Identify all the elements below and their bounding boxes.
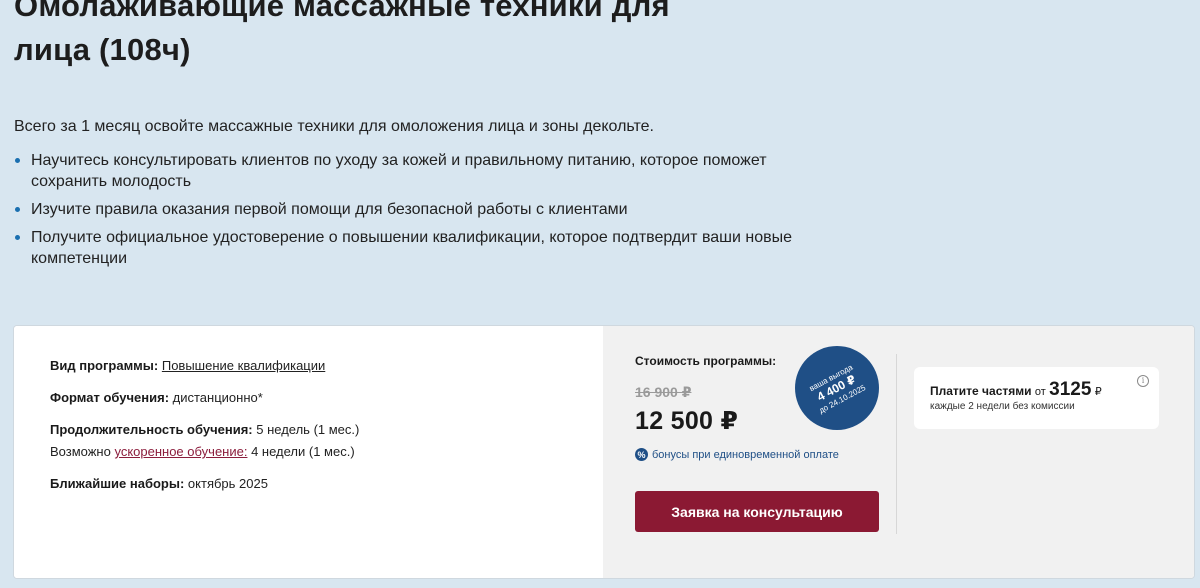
benefit-text: Получите официальное удостоверение о пов… (31, 229, 793, 267)
bonus-note[interactable]: % бонусы при единовременной оплате (635, 448, 839, 461)
pricing-panel: Стоимость программы: 16 900 ₽ 12 500 ₽ в… (603, 326, 1194, 578)
percent-icon: % (635, 448, 648, 461)
intake-row: Ближайшие наборы: октябрь 2025 (50, 476, 268, 492)
format-row: Формат обучения: дистанционно* (50, 390, 263, 406)
accelerated-row: Возможно ускоренное обучение: 4 недели (… (50, 444, 355, 460)
benefits-list: Научитесь консультировать клиентов по ух… (14, 150, 794, 276)
discount-badge: ваша выгода 4 400 ₽ до 24.10.2025 (795, 346, 879, 430)
benefit-item: Получите официальное удостоверение о пов… (14, 227, 794, 269)
bullet-dot-icon (15, 158, 20, 163)
price-label: Стоимость программы: (635, 354, 777, 368)
installment-amount: 3125 (1049, 379, 1092, 400)
program-type-row: Вид программы: Повышение квалификации (50, 358, 325, 374)
intake-label: Ближайшие наборы: (50, 476, 185, 491)
page-title: Омолаживающие массажные техники для лица… (14, 0, 670, 67)
installment-label: Платите частями (930, 384, 1032, 398)
program-type-label: Вид программы: (50, 358, 159, 373)
benefit-text: Изучите правила оказания первой помощи д… (31, 201, 628, 218)
program-card: Вид программы: Повышение квалификации Фо… (14, 326, 1194, 578)
duration-row: Продолжительность обучения: 5 недель (1 … (50, 422, 359, 438)
accelerated-prefix: Возможно (50, 444, 111, 459)
intake-value: октябрь 2025 (187, 476, 268, 491)
info-icon[interactable]: i (1137, 375, 1149, 387)
lead-text: Всего за 1 месяц освойте массажные техни… (14, 118, 654, 135)
bonus-text: бонусы при единовременной оплате (652, 448, 839, 461)
accelerated-value: 4 недели (1 мес.) (251, 444, 355, 459)
installment-currency: ₽ (1094, 386, 1102, 398)
benefit-item: Изучите правила оказания первой помощи д… (14, 199, 794, 220)
current-price: 12 500 ₽ (635, 407, 739, 435)
accelerated-link[interactable]: ускоренное обучение: (114, 444, 247, 459)
format-value: дистанционно* (172, 390, 263, 405)
consultation-request-button[interactable]: Заявка на консультацию (635, 491, 879, 532)
installment-box: Платите частями от 3125 ₽ каждые 2 недел… (914, 367, 1159, 429)
benefit-item: Научитесь консультировать клиентов по ух… (14, 150, 794, 192)
duration-value: 5 недель (1 мес.) (256, 422, 360, 437)
duration-label: Продолжительность обучения: (50, 422, 253, 437)
format-label: Формат обучения: (50, 390, 170, 405)
program-details: Вид программы: Повышение квалификации Фо… (14, 326, 603, 578)
bullet-dot-icon (15, 207, 20, 212)
installment-line: Платите частями от 3125 ₽ (930, 379, 1102, 401)
bullet-dot-icon (15, 235, 20, 240)
old-price: 16 900 ₽ (635, 384, 692, 400)
installment-from: от (1034, 386, 1046, 398)
program-type-link[interactable]: Повышение квалификации (162, 358, 325, 373)
divider (896, 354, 897, 534)
benefit-text: Научитесь консультировать клиентов по ух… (31, 152, 767, 190)
installment-note: каждые 2 недели без комиссии (930, 401, 1075, 412)
